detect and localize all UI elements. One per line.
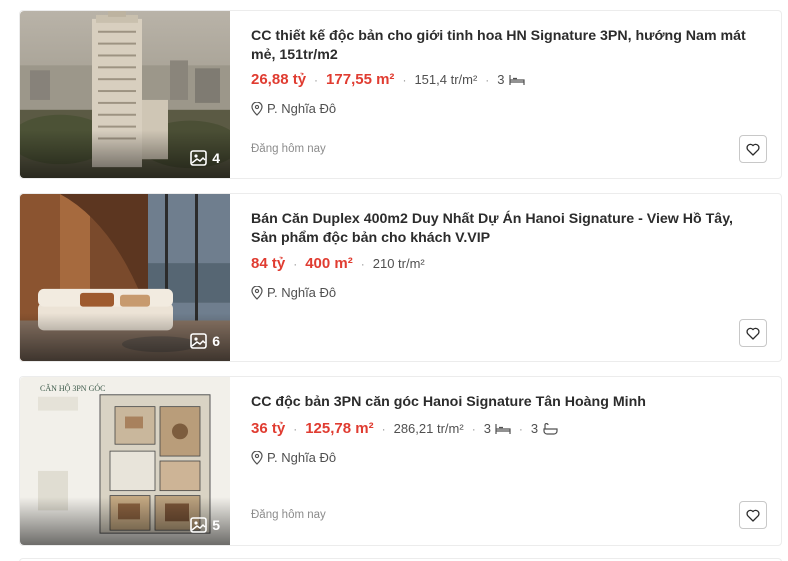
photo-count-value: 5	[212, 517, 220, 533]
save-favorite-button[interactable]	[739, 135, 767, 163]
heart-icon	[746, 143, 760, 156]
separator-dot: ·	[381, 421, 386, 436]
photo-count: 5	[190, 517, 220, 533]
listing-thumbnail[interactable]: 4	[20, 11, 230, 178]
photo-count-value: 6	[212, 333, 220, 349]
listing-price-per-m2: 151,4 tr/m²	[414, 72, 478, 87]
bed-icon	[495, 423, 511, 434]
listing-area: 125,78 m²	[305, 420, 374, 437]
listing-title[interactable]: Bán Căn Duplex 400m2 Duy Nhất Dự Án Hano…	[251, 210, 757, 248]
separator-dot: ·	[314, 72, 319, 87]
image-icon	[190, 150, 208, 166]
bathtub-icon	[543, 422, 558, 435]
listing-list: 4 CC thiết kế độc bản cho giới tinh hoa …	[0, 0, 788, 561]
bedroom-count: 3	[497, 72, 525, 87]
location-pin-icon	[251, 285, 263, 300]
listing-area: 177,55 m²	[326, 71, 395, 88]
separator-dot: ·	[485, 72, 490, 87]
listing-price: 26,88 tỷ	[251, 71, 307, 88]
bedroom-count-value: 3	[497, 72, 505, 87]
location-pin-icon	[251, 450, 263, 465]
listing-thumbnail[interactable]: 6	[20, 194, 230, 361]
separator-dot: ·	[360, 256, 365, 271]
listing-thumbnail[interactable]: CĂN HỘ 3PN GÓC 5	[20, 377, 230, 545]
save-favorite-button[interactable]	[739, 501, 767, 529]
heart-icon	[746, 509, 760, 522]
listing-meta: 36 tỷ · 125,78 m² · 286,21 tr/m² · 3 · 3	[251, 420, 558, 437]
listing-price: 84 tỷ	[251, 255, 286, 272]
listing-body: CC thiết kế độc bản cho giới tinh hoa HN…	[251, 11, 767, 178]
image-icon	[190, 333, 208, 349]
listing-meta: 26,88 tỷ · 177,55 m² · 151,4 tr/m² · 3	[251, 71, 525, 88]
photo-count: 6	[190, 333, 220, 349]
save-favorite-button[interactable]	[739, 319, 767, 347]
listing-location: P. Nghĩa Đô	[251, 285, 336, 300]
listing-price: 36 tỷ	[251, 420, 286, 437]
bed-icon	[508, 74, 525, 85]
posted-date: Đăng hôm nay	[251, 509, 326, 521]
listing-body: CC độc bản 3PN căn góc Hanoi Signature T…	[251, 377, 767, 545]
bathroom-count-value: 3	[530, 421, 539, 436]
listing-card[interactable]: 6 Bán Căn Duplex 400m2 Duy Nhất Dự Án Ha…	[19, 193, 782, 362]
listing-meta: 84 tỷ · 400 m² · 210 tr/m²	[251, 255, 425, 272]
listing-price-per-m2: 210 tr/m²	[372, 256, 425, 271]
listing-card[interactable]: 4 CC thiết kế độc bản cho giới tinh hoa …	[19, 10, 782, 179]
floor-plan-caption: CĂN HỘ 3PN GÓC	[40, 383, 105, 393]
listing-card[interactable]: CĂN HỘ 3PN GÓC 5 CC độc bản 3PN căn góc …	[19, 376, 782, 546]
listing-location: P. Nghĩa Đô	[251, 101, 336, 116]
photo-count-value: 4	[212, 150, 220, 166]
separator-dot: ·	[293, 421, 298, 436]
posted-date: Đăng hôm nay	[251, 143, 326, 155]
location-text: P. Nghĩa Đô	[267, 450, 337, 465]
bedroom-count-value: 3	[483, 421, 491, 436]
separator-dot: ·	[471, 421, 476, 436]
location-pin-icon	[251, 101, 263, 116]
location-text: P. Nghĩa Đô	[267, 285, 337, 300]
heart-icon	[746, 327, 760, 340]
separator-dot: ·	[293, 256, 298, 271]
listing-location: P. Nghĩa Đô	[251, 450, 336, 465]
separator-dot: ·	[402, 72, 407, 87]
location-text: P. Nghĩa Đô	[267, 101, 337, 116]
listing-area: 400 m²	[305, 255, 353, 272]
listing-body: Bán Căn Duplex 400m2 Duy Nhất Dự Án Hano…	[251, 194, 767, 361]
listing-price-per-m2: 286,21 tr/m²	[393, 421, 464, 436]
separator-dot: ·	[518, 421, 523, 436]
listing-title[interactable]: CC thiết kế độc bản cho giới tinh hoa HN…	[251, 27, 757, 65]
photo-count: 4	[190, 150, 220, 166]
listing-title[interactable]: CC độc bản 3PN căn góc Hanoi Signature T…	[251, 393, 757, 412]
image-icon	[190, 517, 208, 533]
bathroom-count: 3	[531, 421, 558, 436]
bedroom-count: 3	[484, 421, 511, 436]
